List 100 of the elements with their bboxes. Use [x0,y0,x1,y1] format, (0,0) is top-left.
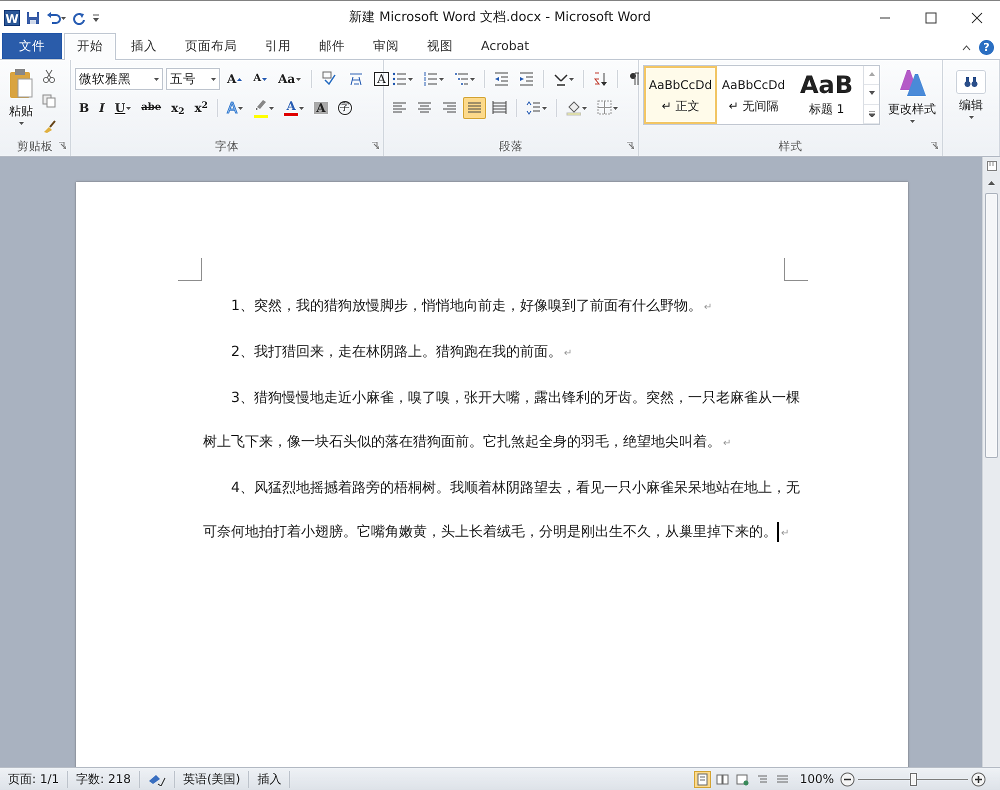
ribbon-tab[interactable]: 引用 [252,33,304,59]
crop-mark [178,258,202,281]
outline-icon [756,772,769,786]
scissors-icon[interactable] [42,68,56,82]
clipboard-icon [8,68,34,100]
ribbon-tab[interactable]: 开始 [64,33,116,60]
customize-icon[interactable] [92,12,100,22]
editing-button[interactable]: 编辑 [947,67,995,122]
bullet-list-icon [392,71,407,87]
font-name-field[interactable]: 微软雅黑 [75,68,163,90]
save-icon[interactable] [26,10,40,24]
scroll-down-icon[interactable] [868,91,874,98]
word-count[interactable]: 字数: 218 [68,770,140,788]
up-arrow-icon [237,78,242,80]
zoom-out-icon[interactable] [840,772,855,786]
dialog-launcher-icon[interactable] [627,142,634,149]
style-item[interactable]: AaBbCcDd ↵ 无间隔 [717,66,790,124]
phonetic-guide-icon [348,71,364,87]
help-button[interactable]: ? [979,40,994,55]
dialog-launcher-icon[interactable] [59,142,66,149]
increase-indent-icon [519,71,534,87]
style-item[interactable]: AaBbCcDd ↵ 正文 [644,66,717,124]
zoom-slider[interactable] [858,772,968,786]
app-logo: W [4,10,20,26]
page-count[interactable]: 页面: 1/1 [0,770,68,788]
caret-icon [968,116,974,119]
superscript-button[interactable]: x$^{2}$ [190,97,212,119]
paste-button[interactable]: 粘贴 [4,63,38,138]
view-button[interactable] [694,770,711,788]
binoculars-icon [964,76,978,88]
decrease-indent-icon [494,71,509,87]
caret-icon [18,122,24,125]
ribbon-tab[interactable]: 文件 [2,33,62,59]
bold-button[interactable]: B [75,97,94,119]
undo-icon[interactable] [46,10,66,24]
sort-icon [593,71,608,87]
window-title: 新建 Microsoft Word 文档.docx - Microsoft Word [348,8,652,27]
dialog-launcher-icon[interactable] [931,142,938,149]
brush-icon[interactable] [42,118,56,132]
shrink-font-button[interactable]: A [249,68,272,90]
group-label: 段落 [499,138,523,156]
group-label: 字体 [215,138,239,156]
zoom-level[interactable]: 100% [800,770,834,788]
numbered-list-icon [423,71,438,87]
caret-icon [154,78,159,80]
paragraph: 3、猎狗慢慢地走近小麻雀，嗅了嗅，张开大嘴，露出锋利的牙齿。突然，一只老麻雀从一棵树上飞下来，像一块石头似的落在猎狗面前。它扎煞起全身的羽毛，绝望地尖叫着。↵ [203,389,801,452]
copy-icon[interactable] [42,94,56,108]
caret-icon [211,78,216,80]
paragraph: 2、我打猎回来，走在林阴路上。猎狗跑在我的前面。↵ [230,343,574,362]
language-indicator[interactable]: 英语(美国) [174,770,250,788]
ribbon-tab[interactable]: Acrobat [468,33,542,59]
style-item[interactable]: AaB 标题 1 [790,66,863,124]
character-shading-button[interactable]: A [310,97,332,119]
subscript-button[interactable]: x$_{2}$ [167,97,189,119]
down-arrow-icon [262,78,268,80]
multilevel-list-icon [454,71,469,87]
web-layout-icon [736,772,749,786]
change-styles-button[interactable]: 更改样式 [884,63,940,138]
ribbon-tab[interactable]: 视图 [414,33,466,59]
group-label: 剪贴板 [17,138,53,156]
draft-icon [776,772,789,786]
collapse-ribbon-icon[interactable] [962,44,971,50]
font-color-button[interactable]: A [280,97,308,119]
group-label: 样式 [778,138,802,156]
distributed-icon [492,100,507,116]
dialog-launcher-icon[interactable] [372,142,379,149]
align-button[interactable] [463,97,486,119]
strikethrough-button[interactable]: abe [137,97,166,119]
zoom-in-icon[interactable] [971,772,986,786]
crop-mark [784,258,808,281]
ribbon-tab[interactable]: 插入 [118,33,170,59]
scroll-up-icon[interactable] [988,180,995,184]
paragraph: 4、风猛烈地摇撼着路旁的梧桐树。我顺着林阴路望去，看见一只小麻雀呆呆地站在地上，无可奈何地拍打着小翅膀。它嘴角嫩黄，头上长着绒毛，分明是刚出生不久，从巢里掉下来的。 ↵ [203,466,803,556]
paint-bucket-icon [566,100,581,116]
change-case-button[interactable]: Aa [274,68,306,90]
underline-button[interactable]: U [110,97,136,119]
insert-mode[interactable]: 插入 [249,770,290,788]
close-icon[interactable] [971,12,983,24]
ruler-icon[interactable] [986,160,996,170]
maximize-icon[interactable] [925,12,937,24]
ribbon-tab[interactable]: 页面布局 [172,33,250,59]
enclosed-character-button[interactable]: 字 [334,97,356,119]
paragraph: 1、突然，我的猎狗放慢脚步，悄悄地向前走，好像嗅到了前面有什么野物。↵ [230,297,714,316]
text-cursor [777,522,779,542]
scrollbar-thumb[interactable] [985,193,998,458]
caret-icon [910,120,914,123]
grow-font-button[interactable]: A [223,68,246,90]
font-size-field[interactable]: 五号 [166,68,220,90]
pinyin-icon [322,71,338,87]
print-layout-icon [696,772,709,786]
character-border-button[interactable]: A [370,68,393,90]
redo-icon[interactable] [72,10,86,24]
more-styles-icon[interactable] [868,110,874,117]
borders-icon [597,100,612,116]
slider-thumb[interactable] [910,772,917,786]
italic-button[interactable]: I [95,97,109,119]
proofing-icon[interactable] [148,772,166,786]
ribbon-tab[interactable]: 邮件 [306,33,358,59]
ribbon-tab[interactable]: 审阅 [360,33,412,59]
line-spacing-icon [526,100,541,116]
